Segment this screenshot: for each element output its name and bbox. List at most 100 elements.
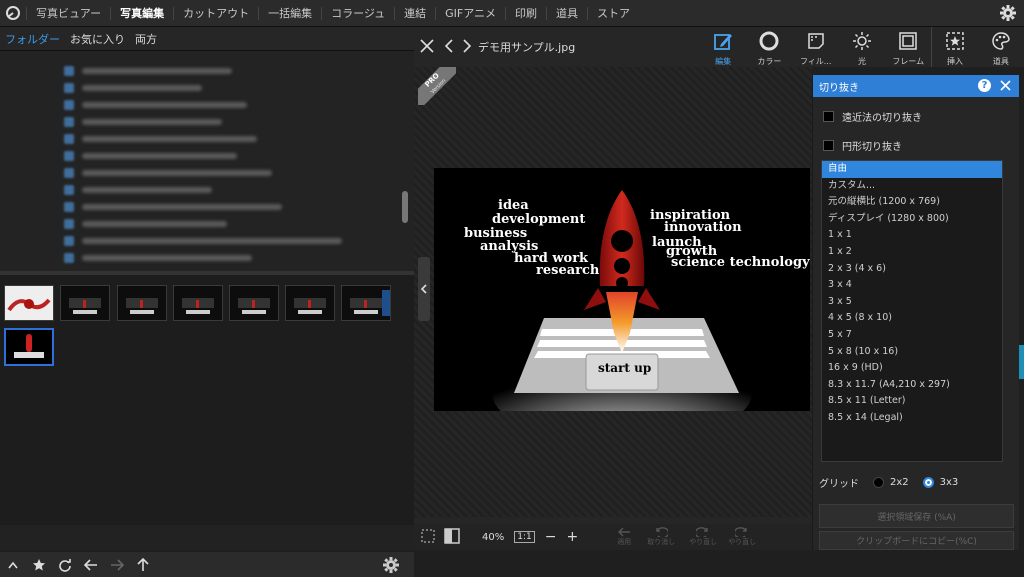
tree-item[interactable]	[64, 236, 342, 246]
tree-item[interactable]	[64, 202, 282, 212]
tree-item[interactable]	[64, 66, 232, 76]
nav-photo-edit[interactable]: 写真編集	[110, 6, 173, 20]
tool-frame[interactable]: フレーム	[885, 27, 931, 67]
left-tabs: フォルダー お気に入り 両方	[0, 27, 414, 51]
thumbnail[interactable]	[117, 285, 167, 321]
tree-item[interactable]	[64, 185, 212, 195]
actual-size-button[interactable]: 1:1	[514, 531, 535, 543]
thumbnail[interactable]	[229, 285, 279, 321]
ratio-item[interactable]: 1 x 2	[822, 244, 1002, 261]
prev-image-icon[interactable]	[444, 38, 454, 56]
top-nav: 写真ビュアー 写真編集 カットアウト 一括編集 コラージュ 連結 GIFアニメ …	[0, 0, 1024, 27]
circle-crop-checkbox[interactable]: 円形切り抜き	[823, 138, 1019, 153]
tree-item[interactable]	[64, 253, 252, 263]
back-arrow-icon[interactable]	[78, 552, 104, 577]
save-selection-button[interactable]: 選択領域保存 (%A)	[819, 504, 1014, 528]
browser-settings-gear-icon[interactable]	[378, 552, 404, 577]
word-research: research	[536, 263, 600, 278]
nav-print[interactable]: 印刷	[505, 6, 546, 20]
collapse-panel-button[interactable]	[418, 257, 430, 321]
undo-button[interactable]: 取り消し	[640, 527, 682, 547]
thumbnail-selected[interactable]	[4, 328, 54, 366]
ratio-item[interactable]: カスタム...	[822, 178, 1002, 195]
selection-tool-icon[interactable]	[420, 528, 436, 547]
thumbnail[interactable]	[173, 285, 223, 321]
tab-both[interactable]: 両方	[130, 31, 162, 47]
next-image-icon[interactable]	[462, 38, 472, 56]
tree-item[interactable]	[64, 151, 237, 161]
tree-item[interactable]	[64, 168, 272, 178]
image-canvas[interactable]: PRO Version idea development business an…	[414, 67, 812, 517]
perspective-crop-checkbox[interactable]: 遠近法の切り抜き	[823, 109, 1019, 124]
nav-gif-anime[interactable]: GIFアニメ	[435, 6, 505, 20]
ratio-item[interactable]: 8.5 x 14 (Legal)	[822, 410, 1002, 427]
close-panel-icon[interactable]	[1000, 80, 1011, 94]
copy-clipboard-button[interactable]: クリップボードにコピー(%C)	[819, 531, 1014, 550]
tree-item[interactable]	[64, 134, 257, 144]
crop-panel: 切り抜き ? 遠近法の切り抜き 円形切り抜き 自由 カスタム... 元の縦横比 …	[812, 75, 1019, 550]
tool-tools[interactable]: 道具	[978, 27, 1024, 67]
nav-collage[interactable]: コラージュ	[321, 6, 394, 20]
crop-panel-title: 切り抜き	[819, 82, 859, 94]
edge-tab[interactable]	[1019, 345, 1024, 379]
ratio-item[interactable]: 3 x 4	[822, 277, 1002, 294]
collapse-up-icon[interactable]	[0, 552, 26, 577]
tool-color[interactable]: カラー	[746, 27, 792, 67]
folder-tree[interactable]	[0, 51, 414, 271]
crop-panel-header: 切り抜き ?	[813, 75, 1019, 97]
tab-favorites[interactable]: お気に入り	[65, 31, 130, 47]
ratio-item[interactable]: 4 x 5 (8 x 10)	[822, 310, 1002, 327]
ratio-item[interactable]: 5 x 8 (10 x 16)	[822, 344, 1002, 361]
redo-all-button[interactable]: やり直し	[724, 527, 760, 547]
forward-arrow-icon[interactable]	[104, 552, 130, 577]
ratio-item[interactable]: 元の縦横比 (1200 x 769)	[822, 194, 1002, 211]
ratio-item[interactable]: 1 x 1	[822, 227, 1002, 244]
apply-button[interactable]: 適用	[608, 527, 640, 547]
ratio-item[interactable]: 8.5 x 11 (Letter)	[822, 393, 1002, 410]
aspect-ratio-list[interactable]: 自由 カスタム... 元の縦横比 (1200 x 769) ディスプレイ (12…	[821, 160, 1003, 462]
tab-folder[interactable]: フォルダー	[0, 31, 65, 47]
word-idea: idea	[498, 198, 529, 213]
ratio-item[interactable]: 3 x 5	[822, 294, 1002, 311]
help-icon[interactable]: ?	[978, 79, 991, 92]
refresh-icon[interactable]	[52, 552, 78, 577]
tree-item[interactable]	[64, 83, 202, 93]
thumbnail[interactable]	[285, 285, 335, 321]
nav-cutout[interactable]: カットアウト	[173, 6, 258, 20]
nav-batch-edit[interactable]: 一括編集	[258, 6, 321, 20]
ratio-item[interactable]: ディスプレイ (1280 x 800)	[822, 211, 1002, 228]
nav-tools[interactable]: 道具	[546, 6, 587, 20]
app-logo-icon[interactable]	[0, 0, 26, 26]
up-arrow-icon[interactable]	[130, 552, 156, 577]
grid-2x2-radio[interactable]	[873, 477, 884, 488]
ratio-item[interactable]: 16 x 9 (HD)	[822, 360, 1002, 377]
zoom-out-button[interactable]: −	[545, 529, 557, 545]
nav-photo-viewer[interactable]: 写真ビュアー	[26, 6, 110, 20]
thumbnail-grid	[0, 275, 414, 525]
nav-combine[interactable]: 連結	[394, 6, 435, 20]
ratio-item[interactable]: 自由	[822, 161, 1002, 178]
thumbnail[interactable]	[4, 285, 54, 321]
tree-item[interactable]	[64, 117, 222, 127]
nav-store[interactable]: ストア	[587, 6, 639, 20]
ratio-item[interactable]: 8.3 x 11.7 (A4,210 x 297)	[822, 377, 1002, 394]
tree-item[interactable]	[64, 219, 227, 229]
zoom-in-button[interactable]: +	[566, 529, 578, 545]
grid-3x3-radio[interactable]	[922, 477, 934, 488]
close-icon[interactable]	[420, 38, 434, 56]
ratio-item[interactable]: 2 x 3 (4 x 6)	[822, 261, 1002, 278]
photo-image[interactable]: idea development business analysis hard …	[434, 168, 810, 411]
favorite-star-icon[interactable]	[26, 552, 52, 577]
tree-item[interactable]	[64, 100, 247, 110]
thumbnail[interactable]	[60, 285, 110, 321]
tree-scrollbar[interactable]	[402, 191, 408, 223]
tool-filter[interactable]: フィル...	[793, 27, 839, 67]
ratio-item[interactable]: 5 x 7	[822, 327, 1002, 344]
settings-gear-icon[interactable]	[1000, 5, 1016, 24]
compare-icon[interactable]	[444, 527, 460, 547]
tool-light[interactable]: 光	[839, 27, 885, 67]
redo-button[interactable]: やり直し	[682, 527, 724, 547]
tool-edit[interactable]: 編集	[700, 27, 746, 67]
tool-insert[interactable]: 挿入	[931, 27, 977, 67]
thumbnail[interactable]	[341, 285, 391, 321]
